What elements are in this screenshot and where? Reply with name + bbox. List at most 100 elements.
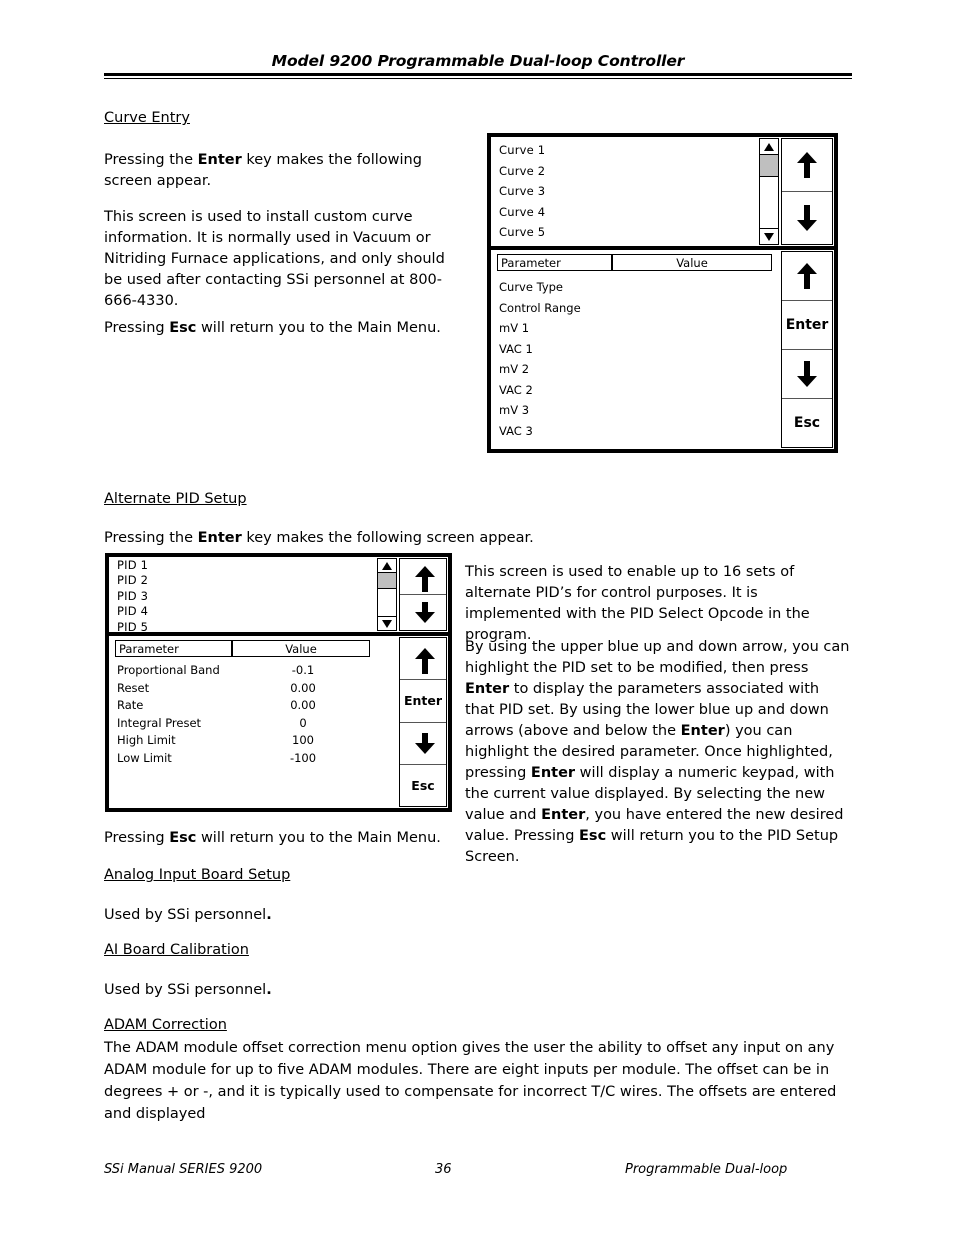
- table-row[interactable]: mV 3: [497, 400, 775, 421]
- pid-description-paragraph-1: This screen is used to enable up to 16 s…: [465, 564, 810, 643]
- list-item[interactable]: PID 3: [117, 589, 377, 604]
- pid-list-arrow-keypad[interactable]: [399, 558, 447, 631]
- altpid-p1-text-after: key makes the following screen appear.: [241, 530, 534, 546]
- pid-screen-parameter-panel: Parameter Value Proportional Band -0.1 R…: [109, 636, 448, 808]
- table-row[interactable]: mV 1: [497, 318, 775, 339]
- document-page: Model 9200 Programmable Dual-loop Contro…: [0, 0, 954, 1235]
- header-rule-thick: [104, 73, 852, 76]
- table-row[interactable]: Curve Type: [497, 277, 775, 298]
- scrollbar-up-button[interactable]: [760, 139, 778, 155]
- scrollbar-thumb[interactable]: [760, 155, 778, 177]
- curve-entry-paragraph-3: Pressing Esc will return you to the Main…: [104, 318, 474, 339]
- list-item[interactable]: Curve 4: [499, 202, 759, 223]
- list-item[interactable]: PID 1: [117, 558, 377, 573]
- parameter-value[interactable]: -0.1: [234, 662, 372, 680]
- arrow-down-icon: [797, 205, 817, 231]
- scrollbar-track[interactable]: [760, 155, 778, 228]
- alternate-pid-esc-paragraph: Pressing Esc will return you to the Main…: [104, 828, 504, 849]
- arrow-up-icon: [797, 152, 817, 178]
- scrollbar-down-button[interactable]: [760, 228, 778, 244]
- esc-button[interactable]: Esc: [782, 399, 832, 447]
- pid-parameter-table[interactable]: Parameter Value Proportional Band -0.1 R…: [109, 636, 399, 808]
- parameter-name: Low Limit: [117, 750, 172, 765]
- list-item[interactable]: Curve 2: [499, 161, 759, 182]
- parameter-name: mV 2: [499, 362, 530, 376]
- parameter-value[interactable]: 100: [234, 732, 372, 750]
- table-row[interactable]: Control Range: [497, 298, 775, 319]
- page-header-title: Model 9200 Programmable Dual-loop Contro…: [271, 52, 685, 70]
- curve-parameter-table[interactable]: Parameter Value Curve Type Control Range…: [491, 250, 781, 449]
- table-row[interactable]: VAC 2: [497, 380, 775, 401]
- list-item[interactable]: PID 2: [117, 573, 377, 588]
- parameter-value[interactable]: [614, 277, 774, 298]
- parameter-value[interactable]: [614, 421, 774, 442]
- curve-list-scrollbar[interactable]: [759, 138, 779, 245]
- list-up-arrow-button[interactable]: [400, 559, 446, 595]
- parameter-value[interactable]: [614, 400, 774, 421]
- enter-button[interactable]: Enter: [400, 680, 446, 723]
- parameter-value[interactable]: [614, 339, 774, 360]
- altpid-esc-key: Esc: [169, 830, 197, 846]
- esc-button[interactable]: Esc: [400, 765, 446, 806]
- list-item[interactable]: PID 5: [117, 620, 377, 635]
- parameter-value[interactable]: 0.00: [234, 697, 372, 715]
- curve-screen-list-panel: Curve 1 Curve 2 Curve 3 Curve 4 Curve 5: [491, 137, 834, 250]
- scrollbar-track[interactable]: [378, 573, 396, 616]
- pid-p2-esc-key: Esc: [579, 828, 607, 844]
- param-down-arrow-button[interactable]: [400, 723, 446, 765]
- section-heading-curve-entry: Curve Entry: [104, 110, 190, 126]
- list-item[interactable]: Curve 1: [499, 140, 759, 161]
- parameter-name: Control Range: [499, 300, 581, 315]
- curve-p3-esc-key: Esc: [169, 320, 197, 336]
- curve-list-arrow-keypad[interactable]: [781, 138, 833, 245]
- parameter-value[interactable]: [614, 298, 774, 319]
- curve-list[interactable]: Curve 1 Curve 2 Curve 3 Curve 4 Curve 5: [491, 137, 759, 246]
- list-up-arrow-button[interactable]: [782, 139, 832, 192]
- table-row[interactable]: Rate 0.00: [115, 697, 393, 715]
- column-header-parameter: Parameter: [115, 640, 232, 657]
- param-down-arrow-button[interactable]: [782, 350, 832, 399]
- curve-parameter-keypad[interactable]: Enter Esc: [781, 251, 833, 448]
- table-row[interactable]: Reset 0.00: [115, 680, 393, 698]
- parameter-value[interactable]: [614, 318, 774, 339]
- param-up-arrow-button[interactable]: [782, 252, 832, 301]
- list-item[interactable]: Curve 3: [499, 181, 759, 202]
- pid-list[interactable]: PID 1 PID 2 PID 3 PID 4 PID 5: [109, 557, 377, 635]
- parameter-value[interactable]: -100: [234, 750, 372, 768]
- parameter-value[interactable]: 0.00: [234, 680, 372, 698]
- parameter-value[interactable]: [614, 359, 774, 380]
- param-up-arrow-button[interactable]: [400, 638, 446, 681]
- parameter-value[interactable]: [614, 380, 774, 401]
- arrow-up-icon: [414, 648, 435, 675]
- pid-list-scrollbar[interactable]: [377, 558, 397, 631]
- table-row[interactable]: Low Limit -100: [115, 750, 393, 768]
- pid-p2-enter-key-1: Enter: [465, 681, 510, 697]
- parameter-value[interactable]: 0: [234, 715, 372, 733]
- alternate-pid-controller-screen[interactable]: PID 1 PID 2 PID 3 PID 4 PID 5 Parameter …: [105, 553, 452, 812]
- scrollbar-up-button[interactable]: [378, 559, 396, 573]
- analog-input-body: Used by SSi personnel.: [104, 905, 504, 926]
- table-row[interactable]: VAC 3: [497, 421, 775, 442]
- list-down-arrow-button[interactable]: [400, 595, 446, 630]
- curve-p1-enter-key: Enter: [197, 152, 242, 168]
- pid-p2-enter-key-3: Enter: [530, 765, 576, 781]
- altpid-esc-text-before: Pressing: [104, 830, 170, 846]
- table-row[interactable]: VAC 1: [497, 339, 775, 360]
- table-row[interactable]: Proportional Band -0.1: [115, 662, 393, 680]
- parameter-name: VAC 3: [499, 423, 533, 438]
- table-row[interactable]: mV 2: [497, 359, 775, 380]
- table-row[interactable]: Integral Preset 0: [115, 715, 393, 733]
- pid-parameter-keypad[interactable]: Enter Esc: [399, 637, 447, 807]
- enter-button[interactable]: Enter: [782, 301, 832, 350]
- altpid-p1-enter-key: Enter: [197, 530, 242, 546]
- pid-description-paragraph-2: By using the upper blue up and down arro…: [465, 637, 850, 868]
- curve-p3-text-before: Pressing: [104, 320, 170, 336]
- scrollbar-thumb[interactable]: [378, 573, 396, 589]
- list-item[interactable]: Curve 5: [499, 222, 759, 243]
- table-row[interactable]: High Limit 100: [115, 732, 393, 750]
- curve-entry-controller-screen[interactable]: Curve 1 Curve 2 Curve 3 Curve 4 Curve 5: [487, 133, 838, 453]
- list-down-arrow-button[interactable]: [782, 192, 832, 244]
- scrollbar-down-button[interactable]: [378, 616, 396, 630]
- pid-p2-enter-key-2: Enter: [680, 723, 725, 739]
- list-item[interactable]: PID 4: [117, 604, 377, 619]
